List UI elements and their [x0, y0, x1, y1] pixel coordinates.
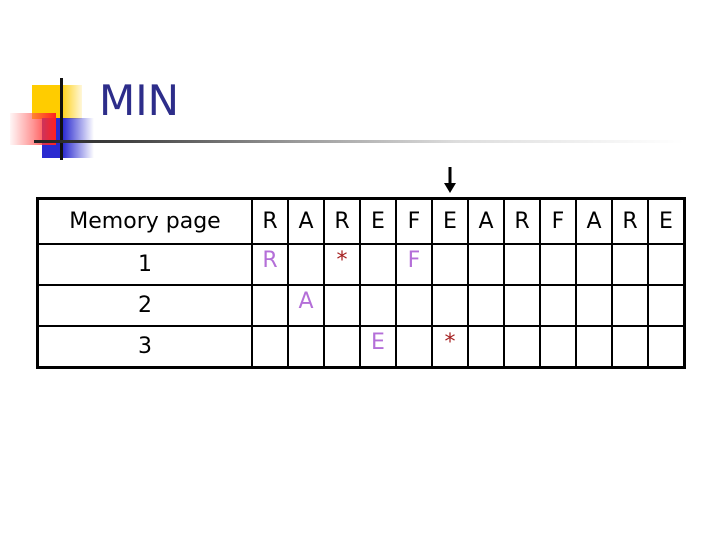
reference-cell: R: [611, 197, 649, 245]
reference-cell: R: [251, 197, 289, 245]
page-replacement-table: Memory page R A R E F E A R F A R E 1 R * F 2 A 3 E *: [36, 197, 686, 369]
frame-cell: [431, 243, 469, 286]
frame-cell: [431, 284, 469, 327]
reference-cell: F: [539, 197, 577, 245]
frame-cell: [539, 325, 577, 369]
reference-cell: A: [287, 197, 325, 245]
frame-cell: [539, 243, 577, 286]
frame-cell: [647, 284, 686, 327]
frame-cell: R: [251, 243, 289, 286]
frame-cell: [611, 325, 649, 369]
frame-cell: [323, 284, 361, 327]
frame-cell: [467, 284, 505, 327]
frame-cell: [503, 243, 541, 286]
frame-row: 1 R * F: [36, 243, 686, 286]
frame-cell: [287, 243, 325, 286]
title-underline: [34, 140, 684, 143]
reference-cell: A: [467, 197, 505, 245]
frame-cell: [251, 284, 289, 327]
frame-row: 3 E *: [36, 325, 686, 369]
reference-cell: E: [431, 197, 469, 245]
memory-page-header: Memory page: [36, 197, 253, 245]
frame-cell: A: [287, 284, 325, 327]
frame-cell: F: [395, 243, 433, 286]
frame-cell: [395, 284, 433, 327]
frame-cell: *: [323, 243, 361, 286]
frame-number: 2: [36, 284, 253, 327]
frame-row: 2A: [36, 284, 686, 327]
reference-cell: F: [395, 197, 433, 245]
reference-string-row: Memory page R A R E F E A R F A R E: [36, 197, 686, 245]
frame-cell: [575, 243, 613, 286]
reference-cell: E: [647, 197, 686, 245]
slide-title: MIN: [99, 76, 180, 125]
hit-marker: *: [444, 330, 456, 355]
reference-cell: A: [575, 197, 613, 245]
frame-cell: *: [431, 325, 469, 369]
frame-cell: [611, 243, 649, 286]
frame-cell: [647, 243, 686, 286]
frame-cell: [467, 325, 505, 369]
frame-number: 1: [36, 243, 253, 286]
frame-cell: [539, 284, 577, 327]
frame-cell: [575, 325, 613, 369]
down-arrow-icon: [444, 167, 456, 193]
loaded-page: A: [298, 289, 314, 314]
frame-cell: [611, 284, 649, 327]
reference-cell: E: [359, 197, 397, 245]
frame-cell: [359, 243, 397, 286]
frame-cell: [359, 284, 397, 327]
reference-cell: R: [323, 197, 361, 245]
loaded-page: F: [407, 248, 421, 273]
frame-cell: E: [359, 325, 397, 369]
reference-cell: R: [503, 197, 541, 245]
frame-cell: [251, 325, 289, 369]
frame-cell: [287, 325, 325, 369]
frame-cell: [503, 284, 541, 327]
frame-cell: [575, 284, 613, 327]
frame-cell: [647, 325, 686, 369]
loaded-page: R: [262, 248, 278, 273]
frame-cell: [467, 243, 505, 286]
frame-cell: [395, 325, 433, 369]
title-ornament-vertical-line: [60, 78, 63, 160]
loaded-page: E: [371, 330, 385, 355]
hit-marker: *: [336, 248, 348, 273]
frame-cell: [503, 325, 541, 369]
frame-cell: [323, 325, 361, 369]
frame-number: 3: [36, 325, 253, 369]
